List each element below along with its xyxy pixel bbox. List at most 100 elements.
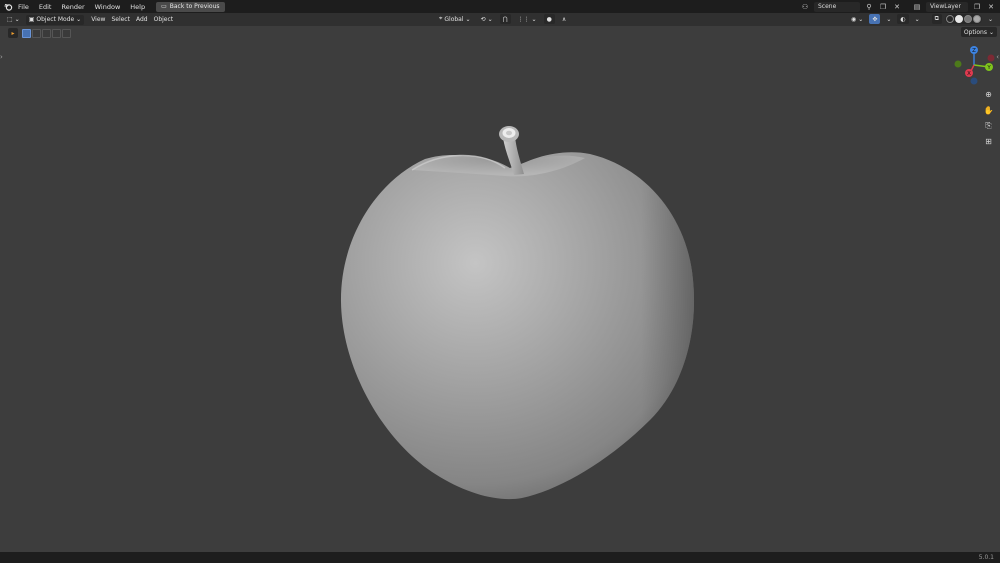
menu-help[interactable]: Help — [125, 3, 150, 11]
chevron-down-icon: ⌄ — [76, 16, 82, 23]
back-to-previous-button[interactable]: ▭ Back to Previous — [156, 1, 225, 12]
pan-hand-icon[interactable]: ✋ — [982, 104, 995, 117]
mode-label: Object Mode — [36, 16, 75, 23]
pivot-point-dropdown[interactable]: ⟲ ⌄ — [478, 14, 496, 24]
view-layer-icon[interactable]: ▤ — [912, 2, 922, 12]
perspective-toggle-icon[interactable]: ⊞ — [982, 135, 995, 148]
viewport-header: ⬚ ⌄ ▣ Object Mode ⌄ View Select Add Objec… — [0, 13, 1000, 26]
menu-select[interactable]: Select — [108, 15, 133, 25]
select-extend-icon[interactable] — [32, 28, 41, 38]
chevron-down-icon: ⌄ — [886, 15, 892, 23]
chevron-down-icon: ⌄ — [465, 15, 471, 23]
screen-icon: ▭ — [161, 3, 167, 10]
menu-add[interactable]: Add — [133, 15, 151, 25]
material-preview-shading-icon[interactable] — [963, 15, 972, 23]
menu-render[interactable]: Render — [56, 3, 89, 11]
active-tool-select-box[interactable]: ▸ — [8, 28, 18, 38]
stem-tip-core — [506, 130, 512, 136]
transform-controls: ⌖ Global ⌄ ⟲ ⌄ ⋂ ⋮⋮ ⌄ ● ∧ — [436, 14, 569, 24]
version-label: 5.0.1 — [978, 554, 994, 561]
delete-view-layer-icon[interactable]: ✕ — [986, 2, 996, 12]
xray-toggle[interactable]: ⧉ — [931, 14, 942, 24]
zoom-icon[interactable]: ⊕ — [982, 88, 995, 101]
snap-target-dropdown[interactable]: ⋮⋮ ⌄ — [515, 14, 540, 24]
menu-edit[interactable]: Edit — [34, 3, 57, 11]
selection-mode-group — [22, 28, 71, 38]
camera-view-icon[interactable]: ⎘ — [982, 119, 995, 132]
pin-icon[interactable]: ⚲ — [864, 2, 874, 12]
wireframe-shading-icon[interactable] — [945, 15, 954, 23]
x-axis-label: X — [967, 71, 971, 77]
shading-mode-group — [944, 14, 982, 24]
view-layer-name: ViewLayer — [930, 3, 961, 10]
options-label: Options — [963, 28, 987, 36]
xray-icon: ⧉ — [934, 15, 939, 22]
chevron-down-icon: ⌄ — [858, 15, 864, 23]
neg-y-axis-icon — [954, 60, 962, 68]
shading-dropdown[interactable]: ⌄ — [985, 14, 996, 24]
menu-object[interactable]: Object — [151, 15, 177, 25]
pivot-icon: ⟲ — [480, 15, 486, 23]
scene-icon[interactable]: ⚇ — [800, 2, 810, 12]
tool-settings-row: ▸ Options ⌄ — [0, 26, 1000, 40]
neg-z-axis-icon — [970, 77, 978, 85]
main-menu: File Edit Render Window Help — [13, 0, 150, 13]
select-cursor-icon: ▸ — [11, 29, 15, 37]
apple-rim-shadow — [340, 152, 695, 500]
menu-window[interactable]: Window — [90, 3, 126, 11]
scene-name: Scene — [818, 3, 837, 10]
select-intersect-icon[interactable] — [62, 28, 71, 38]
status-bar: 5.0.1 — [0, 552, 1000, 563]
menu-file[interactable]: File — [13, 3, 34, 11]
gizmo-dropdown[interactable]: ⌄ — [883, 14, 894, 24]
magnet-icon: ⋂ — [502, 15, 508, 23]
chevron-down-icon: ⌄ — [531, 15, 537, 23]
gizmo-icon: ✥ — [872, 15, 878, 23]
snap-increment-icon: ⋮⋮ — [517, 15, 530, 23]
chevron-down-icon: ⌄ — [14, 16, 20, 23]
overlays-toggle[interactable]: ◐ — [897, 14, 909, 24]
proportional-edit-toggle[interactable]: ● — [543, 14, 555, 24]
select-subtract-icon[interactable] — [42, 28, 51, 38]
rendered-shading-icon[interactable] — [972, 15, 981, 23]
new-scene-icon[interactable]: ❐ — [878, 2, 888, 12]
snap-toggle[interactable]: ⋂ — [499, 14, 511, 24]
select-invert-icon[interactable] — [52, 28, 61, 38]
options-dropdown[interactable]: Options ⌄ — [960, 27, 997, 37]
visibility-dropdown[interactable]: ◉ ⌄ — [848, 14, 866, 24]
overlays-dropdown[interactable]: ⌄ — [912, 14, 923, 24]
solid-shading-icon[interactable] — [954, 15, 963, 23]
z-axis-label: Z — [972, 48, 976, 54]
mode-dropdown[interactable]: ▣ Object Mode ⌄ — [25, 14, 85, 25]
transform-orientation-dropdown[interactable]: ⌖ Global ⌄ — [436, 14, 474, 24]
orientation-icon: ⌖ — [439, 15, 443, 22]
viewport-display-controls: ◉ ⌄ ✥ ⌄ ◐ ⌄ ⧉ ⌄ — [848, 14, 996, 24]
editor-type-button[interactable]: ⬚ ⌄ — [4, 15, 23, 25]
overlays-icon: ◐ — [900, 15, 906, 23]
gizmo-toggle[interactable]: ✥ — [869, 14, 881, 24]
scene-field[interactable]: Scene — [814, 1, 860, 12]
scene-controls: ⚇ Scene ⚲ ❐ ✕ ▤ ViewLayer ❐ ✕ — [800, 1, 996, 12]
top-menu-bar: File Edit Render Window Help ▭ Back to P… — [0, 0, 1000, 13]
apple-model[interactable] — [0, 40, 1000, 552]
eye-icon: ◉ — [851, 15, 857, 23]
3d-viewport[interactable] — [0, 40, 1000, 552]
neg-x-axis-icon — [987, 54, 995, 62]
viewport-editor-icon: ⬚ — [7, 16, 13, 23]
back-to-previous-label: Back to Previous — [169, 3, 220, 10]
navigation-gizmo[interactable]: Z Y X — [950, 45, 996, 87]
chevron-down-icon: ⌄ — [914, 15, 920, 23]
blender-logo-icon[interactable] — [3, 2, 13, 12]
menu-view[interactable]: View — [88, 15, 108, 25]
chevron-down-icon: ⌄ — [988, 28, 994, 36]
view-layer-field[interactable]: ViewLayer — [926, 1, 968, 12]
proportional-edit-icon: ● — [546, 15, 552, 23]
orientation-label: Global — [444, 15, 464, 23]
falloff-icon: ∧ — [561, 15, 567, 23]
new-view-layer-icon[interactable]: ❐ — [972, 2, 982, 12]
select-new-icon[interactable] — [22, 28, 31, 38]
chevron-down-icon: ⌄ — [487, 15, 493, 23]
object-mode-icon: ▣ — [28, 16, 35, 23]
falloff-dropdown[interactable]: ∧ — [559, 14, 569, 24]
delete-scene-icon[interactable]: ✕ — [892, 2, 902, 12]
